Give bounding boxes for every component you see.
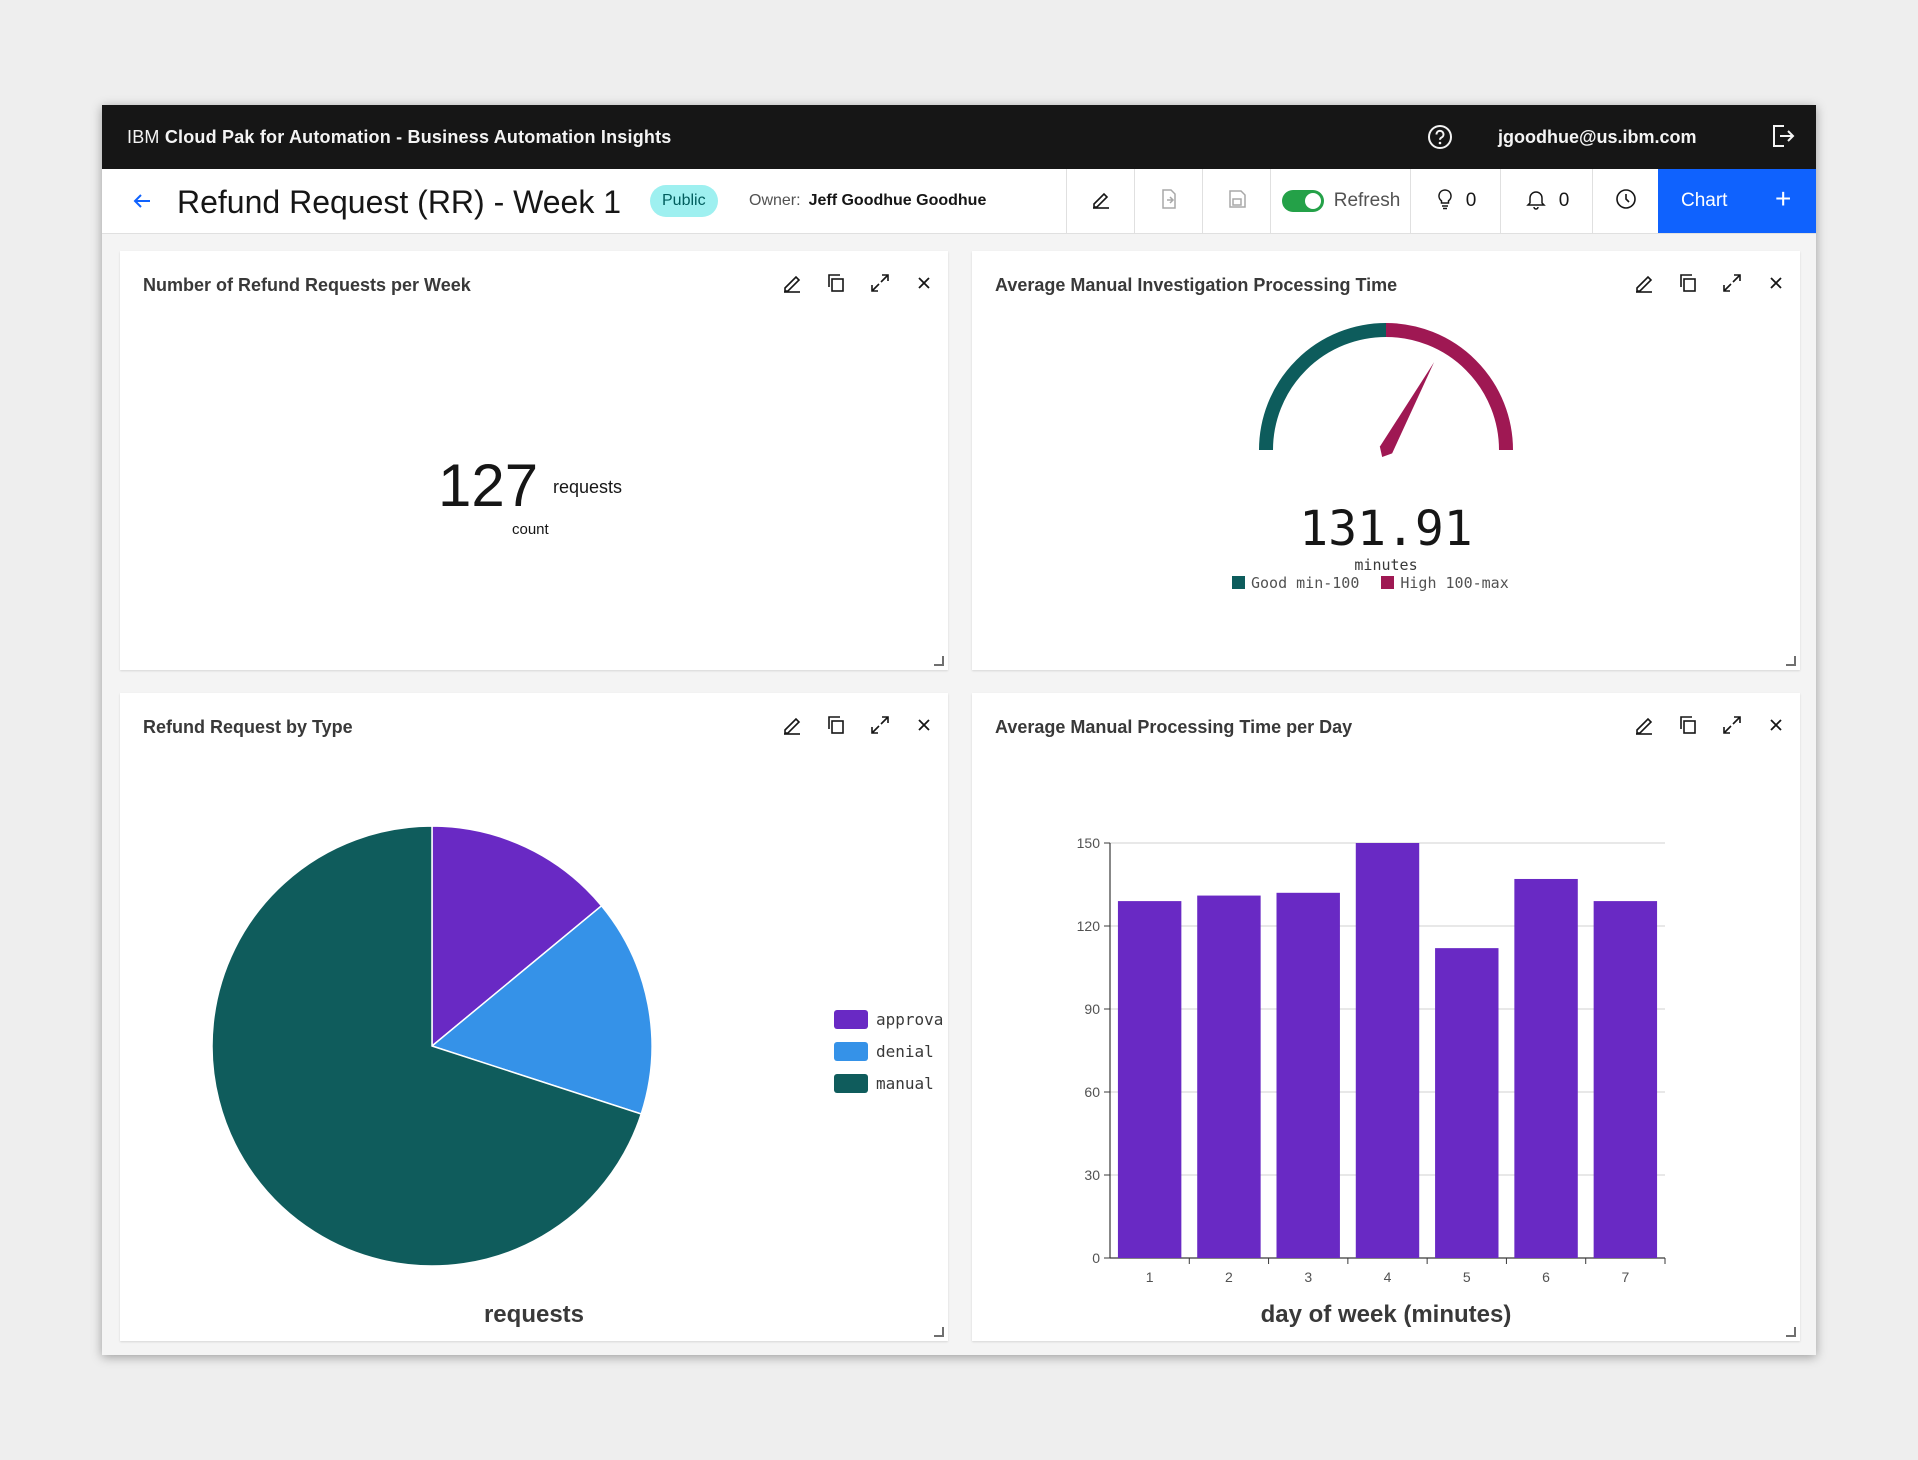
chart-button-label: Chart	[1681, 190, 1728, 211]
owner-info: Owner: Jeff Goodhue Goodhue	[749, 192, 986, 210]
kpi-unit: requests	[553, 477, 623, 497]
legend-item-manual[interactable]: manual	[834, 1067, 943, 1099]
tile-processing-time-per-day: Average Manual Processing Time per Day 0…	[972, 693, 1800, 1341]
y-tick-label: 90	[1084, 1001, 1100, 1017]
legend-label: manual	[876, 1073, 934, 1093]
tile-refund-by-type: Refund Request by Type approva denial manu…	[120, 693, 948, 1341]
refresh-toggle-switch[interactable]	[1281, 190, 1324, 212]
gauge-needle	[1379, 362, 1435, 458]
pie-chart	[211, 825, 653, 1267]
lightbulb-icon	[1436, 188, 1454, 215]
close-icon[interactable]	[912, 271, 936, 295]
x-tick-label: 1	[1146, 1269, 1154, 1285]
bell-icon	[1525, 188, 1547, 215]
export-doc-icon	[1158, 188, 1180, 215]
bar-day-2[interactable]	[1197, 895, 1261, 1258]
notifications-button[interactable]: 0	[1500, 169, 1593, 233]
app-window: IBM Cloud Pak for Automation - Business …	[102, 105, 1816, 1355]
bar-day-1[interactable]	[1117, 901, 1182, 1258]
kpi-value: 127	[438, 452, 539, 519]
brand-prefix: IBM	[127, 127, 160, 147]
legend-label: approva	[876, 1009, 944, 1029]
plus-icon: +	[1775, 183, 1792, 214]
visibility-badge: Public	[650, 185, 718, 217]
y-tick-label: 30	[1084, 1167, 1100, 1183]
duplicate-icon[interactable]	[824, 271, 848, 295]
legend-swatch	[834, 1073, 868, 1093]
legend-high: High 100-max	[1381, 574, 1509, 592]
save-button[interactable]	[1202, 169, 1271, 233]
resize-handle[interactable]	[1786, 1327, 1796, 1337]
tile-title: Number of Refund Requests per Week	[143, 275, 471, 295]
tile-actions	[780, 271, 936, 295]
ideas-count: 0	[1465, 190, 1477, 211]
bar-day-5[interactable]	[1435, 948, 1499, 1258]
save-icon	[1226, 188, 1248, 215]
gauge-value: 131.91	[1299, 501, 1473, 557]
ideas-button[interactable]: 0	[1410, 169, 1501, 233]
x-tick-label: 7	[1621, 1269, 1629, 1285]
history-button[interactable]	[1592, 169, 1659, 233]
notifications-count: 0	[1558, 190, 1570, 211]
edit-icon[interactable]	[780, 271, 804, 295]
bar-day-7[interactable]	[1593, 901, 1658, 1258]
x-tick-label: 3	[1304, 1269, 1312, 1285]
resize-handle[interactable]	[934, 656, 944, 666]
resize-handle[interactable]	[1786, 656, 1796, 666]
legend-swatch	[834, 1041, 868, 1061]
dashboard-toolbar: Refund Request (RR) - Week 1 Public Owne…	[102, 169, 1816, 234]
expand-icon[interactable]	[868, 271, 892, 295]
tile-processing-time-gauge: Average Manual Investigation Processing …	[972, 251, 1800, 670]
x-tick-label: 2	[1225, 1269, 1233, 1285]
pie-axis-title: requests	[483, 1301, 585, 1328]
y-tick-label: 60	[1084, 1084, 1100, 1100]
owner-label: Owner:	[749, 192, 801, 209]
bar-axis-title: day of week (minutes)	[1260, 1301, 1512, 1328]
gauge-arc-high	[1385, 323, 1513, 451]
y-tick-label: 0	[1092, 1250, 1100, 1266]
x-tick-label: 5	[1463, 1269, 1471, 1285]
gauge-chart	[1259, 323, 1513, 458]
help-icon[interactable]	[1427, 124, 1453, 155]
x-tick-label: 6	[1542, 1269, 1550, 1285]
export-button[interactable]	[1134, 169, 1203, 233]
legend-swatch	[834, 1009, 868, 1029]
edit-dashboard-button[interactable]	[1066, 169, 1135, 233]
add-chart-button[interactable]: Chart +	[1658, 169, 1816, 233]
legend-high-label: High 100-max	[1400, 574, 1509, 592]
kpi-subtitle: count	[512, 521, 549, 538]
refresh-toggle[interactable]: Refresh	[1270, 169, 1411, 233]
x-tick-label: 4	[1384, 1269, 1392, 1285]
y-tick-label: 150	[1077, 835, 1101, 851]
gauge-unit: minutes	[1354, 556, 1418, 574]
bar-chart: 0 30 60 90 120 150 1 2 3 4 5 6 7	[1077, 835, 1666, 1285]
y-tick-label: 120	[1077, 918, 1101, 934]
gauge-legend: Good min-100 High 100-max	[1232, 574, 1509, 592]
bar-day-4[interactable]	[1355, 843, 1420, 1258]
back-arrow-icon[interactable]	[130, 189, 154, 218]
legend-item-denial[interactable]: denial	[834, 1035, 943, 1067]
legend-good-label: Good min-100	[1251, 574, 1360, 592]
edit-icon	[1090, 188, 1112, 215]
resize-handle[interactable]	[934, 1327, 944, 1337]
bar-day-6[interactable]	[1514, 878, 1578, 1258]
legend-label: denial	[876, 1041, 934, 1061]
app-brand[interactable]: IBM Cloud Pak for Automation - Business …	[127, 127, 672, 148]
legend-good: Good min-100	[1232, 574, 1359, 592]
pie-legend: approva denial manual	[834, 1003, 943, 1099]
tile-requests-per-week: Number of Refund Requests per Week 127 r…	[120, 251, 948, 670]
brand-product: Cloud Pak for Automation - Business Auto…	[164, 127, 672, 147]
clock-icon	[1615, 188, 1637, 215]
top-bar: IBM Cloud Pak for Automation - Business …	[102, 105, 1816, 169]
owner-name: Jeff Goodhue Goodhue	[808, 192, 987, 209]
logout-icon[interactable]	[1770, 123, 1796, 154]
refresh-label: Refresh	[1333, 190, 1401, 211]
gauge-arc-good	[1259, 323, 1387, 451]
user-email[interactable]: jgoodhue@us.ibm.com	[1498, 127, 1697, 148]
dashboard-title: Refund Request (RR) - Week 1	[177, 184, 622, 220]
legend-item-approva[interactable]: approva	[834, 1003, 943, 1035]
bar-day-3[interactable]	[1276, 892, 1340, 1258]
